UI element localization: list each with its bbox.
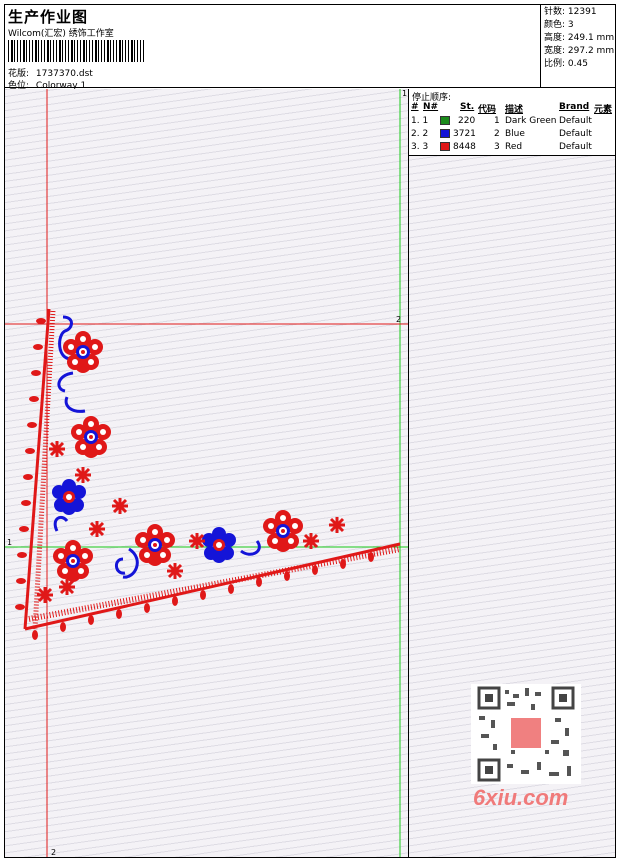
red-sprig-1 <box>110 496 130 516</box>
red-sprig-10 <box>57 577 77 597</box>
spec-scale: 比例: 0.45 <box>544 59 588 69</box>
seal-stamp <box>511 718 541 748</box>
spec-width: 宽度: 297.2 mm <box>544 46 615 56</box>
spec-colors: 颜色: 3 <box>544 20 574 30</box>
red-flower-5 <box>263 510 303 552</box>
embroidery-preview: 1 2 2 1 <box>5 89 408 857</box>
guide-label-h2: 2 <box>396 315 401 324</box>
red-sprig-7 <box>301 531 321 551</box>
red-sprig-8 <box>187 531 207 551</box>
sheet-title: 生产作业图 <box>8 8 89 26</box>
col-brand: Brand <box>559 102 590 112</box>
col-needle: N# <box>423 102 439 112</box>
qr-code-watermark <box>471 684 581 784</box>
red-flower-1 <box>63 331 103 373</box>
red-sprig-4 <box>35 585 55 605</box>
col-stitches: St. <box>460 102 475 112</box>
guide-label-v2: 2 <box>51 848 56 857</box>
barcode <box>8 40 144 62</box>
red-flower-2 <box>71 416 111 458</box>
red-flower-4 <box>135 524 175 566</box>
design-specs: 针数: 12391 颜色: 3 高度: 249.1 mm 宽度: 297.2 m… <box>540 4 616 88</box>
red-sprig-2 <box>87 519 107 539</box>
color-swatch-green <box>440 116 450 125</box>
guide-label-h1: 1 <box>7 538 12 547</box>
lace-border-vertical <box>23 308 56 630</box>
color-swatch-red <box>440 142 450 151</box>
col-code: 代码 <box>478 105 497 115</box>
red-sprig-3 <box>47 439 67 459</box>
info-panel: 停止顺序: # N# St. 代码 描述 Brand 元素 1. 1 220 1… <box>408 89 615 857</box>
red-sprig-6 <box>327 515 347 535</box>
red-sprig-5 <box>165 561 185 581</box>
studio-name: Wilcom(汇宏) 绣饰工作室 <box>8 29 114 39</box>
site-logo: 6xiu.com <box>473 785 569 810</box>
worksheet-header: 生产作业图 Wilcom(汇宏) 绣饰工作室 花版: 1737370.dst 色… <box>4 4 616 91</box>
red-flower-3 <box>53 540 93 582</box>
spec-stitches: 针数: 12391 <box>544 7 597 17</box>
stop-sequence-table: 停止顺序: # N# St. 代码 描述 Brand 元素 1. 1 220 1… <box>409 89 615 156</box>
red-sprig-9 <box>73 465 93 485</box>
spec-height: 高度: 249.1 mm <box>544 33 615 43</box>
col-description: 描述 <box>505 105 524 115</box>
blue-flower-2 <box>202 527 236 563</box>
color-swatch-blue <box>440 129 450 138</box>
blue-flower-1 <box>52 479 86 515</box>
guide-label-corner: 1 <box>402 89 407 98</box>
col-index: # <box>411 102 419 112</box>
col-element: 元素 <box>594 105 613 115</box>
design-canvas[interactable]: 1 2 2 1 <box>5 89 408 857</box>
